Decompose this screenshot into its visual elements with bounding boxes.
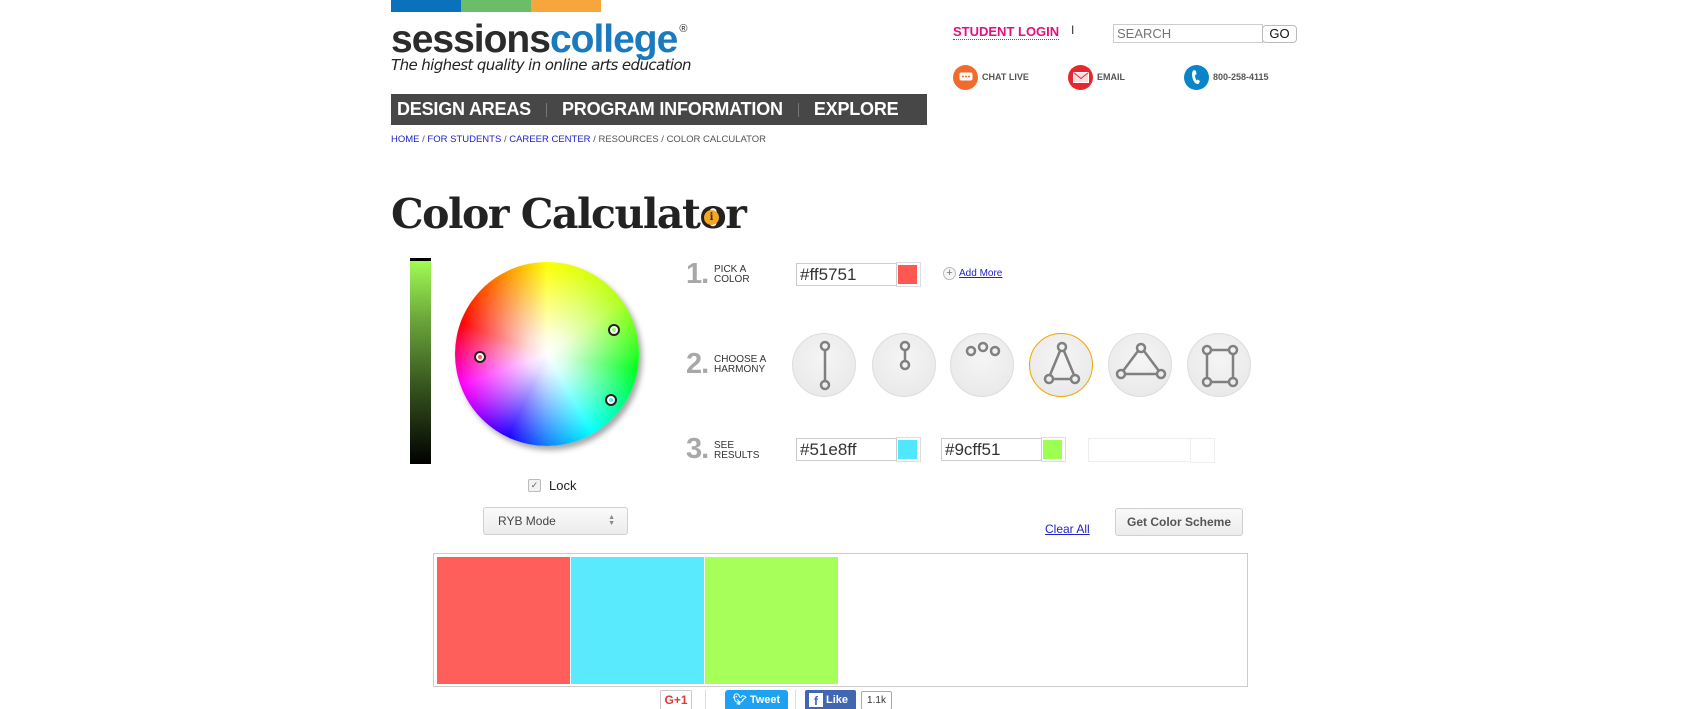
result-2-hex-input[interactable]: [941, 438, 1042, 461]
like-count: 1.1k: [861, 691, 892, 709]
color-mode-select[interactable]: RYB Mode ▲ ▼: [483, 507, 628, 535]
like-label: Like: [826, 694, 849, 706]
harmony-analogous[interactable]: [950, 333, 1014, 397]
color-wheel-handle-green[interactable]: [608, 324, 620, 336]
select-arrows-icon: ▲ ▼: [608, 514, 615, 527]
harmony-monochromatic[interactable]: [872, 333, 936, 397]
color-scheme-panel: [433, 553, 1248, 687]
nav-explore[interactable]: EXPLORE: [808, 99, 905, 120]
brand-bar-orange: [531, 0, 601, 12]
step-1-label-line2: COLOR: [714, 274, 750, 285]
monochromatic-icon: [899, 340, 911, 371]
chat-live-label: CHAT LIVE: [982, 72, 1029, 82]
tweet-button[interactable]: 🐦︎ Tweet: [725, 690, 788, 709]
step-3-label: SEE RESULTS: [714, 441, 759, 461]
pick-color-swatch-fill: [898, 265, 917, 284]
registered-mark: ®: [679, 23, 687, 35]
brightness-slider-handle[interactable]: [410, 258, 431, 261]
pick-color-swatch[interactable]: [896, 262, 921, 287]
twitter-icon: 🐦︎: [732, 694, 750, 706]
step-3-label-line2: RESULTS: [714, 450, 760, 461]
result-1-swatch[interactable]: [896, 437, 921, 462]
harmony-tetrad[interactable]: [1187, 333, 1251, 397]
split-complementary-icon: [1043, 341, 1081, 385]
email-icon: [1068, 64, 1093, 90]
step-2-label-line2: HARMONY: [714, 364, 766, 375]
nav-divider: [545, 102, 547, 117]
tweet-label: Tweet: [749, 694, 781, 706]
step-1-number: 1.: [686, 258, 709, 290]
step-2-label: CHOOSE A HARMONY: [714, 355, 766, 375]
breadcrumb-current: COLOR CALCULATOR: [666, 134, 766, 145]
color-wheel[interactable]: [455, 262, 639, 446]
breadcrumb-for-students[interactable]: FOR STUDENTS: [427, 134, 501, 145]
main-nav: DESIGN AREAS PROGRAM INFORMATION EXPLORE: [391, 94, 927, 125]
phone-icon: [1184, 64, 1209, 90]
pick-color-hex-input[interactable]: [796, 263, 897, 286]
color-mode-value: RYB Mode: [498, 514, 556, 528]
lock-toggle[interactable]: ✓ Lock: [528, 478, 576, 493]
step-1-label: PICK A COLOR: [714, 265, 750, 285]
email-label: EMAIL: [1097, 72, 1125, 82]
add-more-button[interactable]: + Add More: [943, 267, 1002, 280]
color-wheel-handle-primary[interactable]: [474, 351, 486, 363]
nav-divider: [797, 102, 799, 117]
lock-checkbox[interactable]: ✓: [528, 479, 541, 492]
info-icon[interactable]: i: [704, 210, 719, 225]
lock-label: Lock: [549, 478, 577, 493]
result-2-swatch-fill: [1043, 440, 1062, 459]
brand-bar-blue: [391, 0, 461, 12]
color-wheel-handle-cyan[interactable]: [605, 394, 617, 406]
chat-icon: [953, 64, 978, 90]
analogous-icon: [965, 341, 1001, 357]
harmony-split-complementary[interactable]: [1029, 333, 1093, 397]
scheme-swatch-green[interactable]: [705, 557, 838, 684]
harmony-triad[interactable]: [1108, 333, 1172, 397]
scheme-swatch-red[interactable]: [437, 557, 570, 684]
google-plus-button[interactable]: G+1: [660, 690, 692, 709]
nav-design-areas[interactable]: DESIGN AREAS: [391, 99, 537, 120]
nav-program-information[interactable]: PROGRAM INFORMATION: [556, 99, 789, 120]
result-3-hex-input[interactable]: [1088, 438, 1191, 462]
add-more-link[interactable]: Add More: [959, 268, 1002, 279]
logo[interactable]: sessionscollege ®: [391, 18, 687, 61]
get-color-scheme-button[interactable]: Get Color Scheme: [1115, 508, 1243, 536]
tagline: The highest quality in online arts educa…: [391, 56, 692, 74]
search-go-button[interactable]: GO: [1262, 25, 1297, 43]
clear-all-link[interactable]: Clear All: [1045, 522, 1090, 536]
logo-text-college: college: [549, 18, 678, 61]
complementary-icon: [819, 340, 831, 391]
result-2-swatch[interactable]: [1041, 437, 1066, 462]
breadcrumb-separator: /: [658, 134, 667, 145]
harmony-complementary[interactable]: [792, 333, 856, 397]
page-title: Color Calculator: [391, 190, 747, 238]
breadcrumb-home[interactable]: HOME: [391, 134, 420, 145]
breadcrumb-career-center[interactable]: CAREER CENTER: [509, 134, 590, 145]
brightness-slider[interactable]: [410, 259, 431, 464]
result-3-swatch[interactable]: [1190, 438, 1215, 463]
logo-text-sessions: sessions: [391, 18, 551, 61]
result-1-swatch-fill: [898, 440, 917, 459]
breadcrumb: HOME / FOR STUDENTS / CAREER CENTER / RE…: [391, 134, 766, 145]
result-1-hex-input[interactable]: [796, 438, 897, 461]
triad-icon: [1115, 342, 1167, 380]
facebook-like-button[interactable]: f Like: [805, 690, 856, 709]
student-login-link[interactable]: STUDENT LOGIN: [953, 24, 1060, 40]
email-link[interactable]: EMAIL: [1068, 64, 1125, 90]
brand-bar-green: [461, 0, 531, 12]
search-input[interactable]: [1113, 24, 1263, 43]
breadcrumb-resources: RESOURCES: [598, 134, 659, 145]
plus-icon: +: [943, 267, 956, 280]
tetrad-icon: [1201, 344, 1239, 388]
step-2-number: 2.: [686, 348, 709, 380]
header-divider: I: [1071, 23, 1075, 37]
facebook-icon: f: [809, 693, 823, 708]
chat-live-link[interactable]: CHAT LIVE: [953, 64, 1029, 90]
phone-link[interactable]: 800-258-4115: [1184, 64, 1269, 90]
share-divider: [795, 690, 796, 709]
share-divider: [705, 690, 706, 709]
scheme-swatch-cyan[interactable]: [571, 557, 704, 684]
phone-number: 800-258-4115: [1213, 72, 1269, 82]
step-3-number: 3.: [686, 433, 709, 465]
